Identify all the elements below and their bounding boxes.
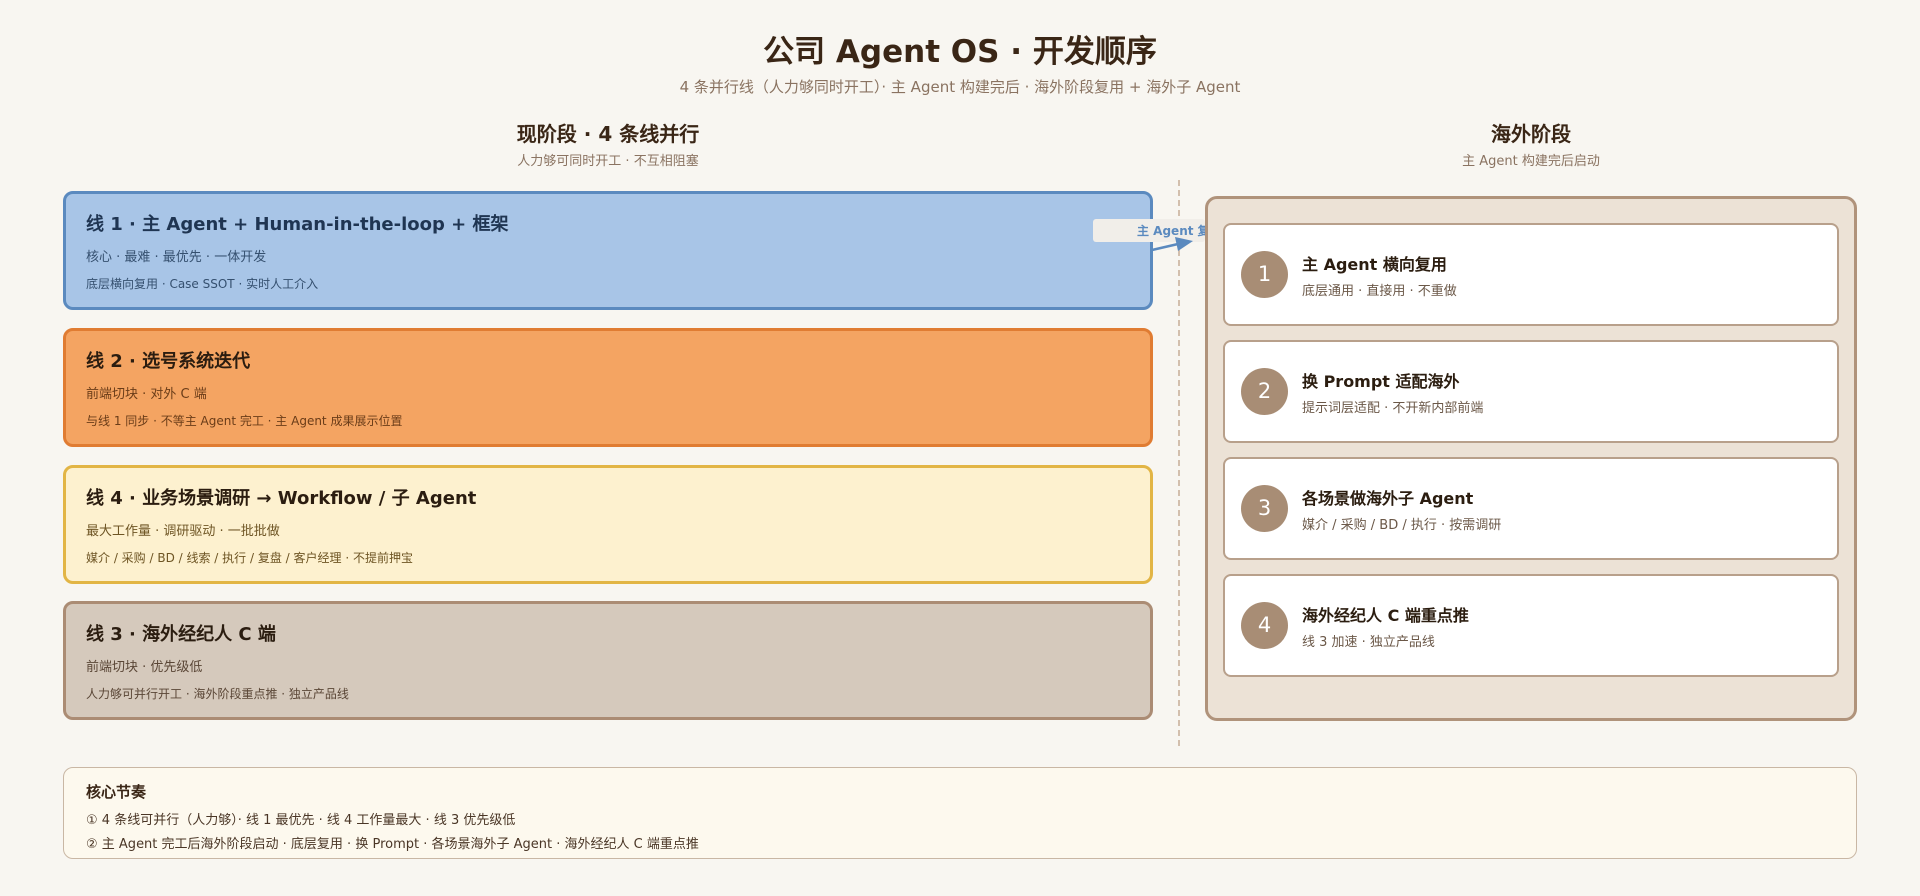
line-card-1: 线 1 · 主 Agent + Human-in-the-loop + 框架 核… [63, 191, 1153, 310]
step-subtitle: 底层通用 · 直接用 · 不重做 [1302, 284, 1457, 299]
line-card-3: 线 3 · 海外经纪人 C 端 前端切块 · 优先级低 人力够可并行开工 · 海… [63, 601, 1153, 720]
line-card-title: 线 2 · 选号系统迭代 [86, 351, 251, 372]
line-card-tags: 前端切块 · 对外 C 端 [86, 387, 207, 402]
line-card-notes: 与线 1 同步 · 不等主 Agent 完工 · 主 Agent 成果展示位置 [86, 414, 403, 428]
step-title: 海外经纪人 C 端重点推 [1302, 606, 1469, 625]
core-rhythm-line-1: ① 4 条线可并行（人力够）· 线 1 最优先 · 线 4 工作量最大 · 线 … [86, 813, 516, 828]
stage-divider [1178, 180, 1180, 746]
line-card-title: 线 4 · 业务场景调研 → Workflow / 子 Agent [86, 488, 477, 509]
overseas-step-1: 1 主 Agent 横向复用 底层通用 · 直接用 · 不重做 [1223, 223, 1839, 326]
core-rhythm-title: 核心节奏 [86, 783, 147, 801]
line-card-2: 线 2 · 选号系统迭代 前端切块 · 对外 C 端 与线 1 同步 · 不等主… [63, 328, 1153, 447]
line-card-notes: 媒介 / 采购 / BD / 线索 / 执行 / 复盘 / 客户经理 · 不提前… [86, 551, 413, 565]
step-number-badge: 4 [1241, 602, 1288, 649]
step-title: 主 Agent 横向复用 [1302, 255, 1447, 274]
step-title: 换 Prompt 适配海外 [1302, 372, 1460, 391]
line-card-title: 线 1 · 主 Agent + Human-in-the-loop + 框架 [86, 214, 509, 235]
step-number-badge: 2 [1241, 368, 1288, 415]
reuse-arrow-icon [1151, 237, 1193, 252]
line-card-tags: 前端切块 · 优先级低 [86, 660, 203, 675]
page-title: 公司 Agent OS · 开发顺序 [763, 34, 1157, 70]
line-card-tags: 核心 · 最难 · 最优先 · 一体开发 [86, 250, 267, 265]
step-subtitle: 媒介 / 采购 / BD / 执行 · 按需调研 [1302, 518, 1502, 533]
line-card-4: 线 4 · 业务场景调研 → Workflow / 子 Agent 最大工作量 … [63, 465, 1153, 584]
line-card-title: 线 3 · 海外经纪人 C 端 [86, 624, 276, 645]
current-stage-title: 现阶段 · 4 条线并行 [516, 122, 700, 146]
overseas-step-3: 3 各场景做海外子 Agent 媒介 / 采购 / BD / 执行 · 按需调研 [1223, 457, 1839, 560]
line-card-notes: 人力够可并行开工 · 海外阶段重点推 · 独立产品线 [86, 687, 349, 701]
step-number-badge: 3 [1241, 485, 1288, 532]
page-subtitle: 4 条并行线（人力够同时开工）· 主 Agent 构建完后 · 海外阶段复用 +… [679, 78, 1241, 96]
reuse-arrow-head [1175, 237, 1193, 251]
step-subtitle: 线 3 加速 · 独立产品线 [1302, 635, 1435, 650]
overseas-step-4: 4 海外经纪人 C 端重点推 线 3 加速 · 独立产品线 [1223, 574, 1839, 677]
overseas-stage-title: 海外阶段 [1491, 122, 1571, 146]
line-card-tags: 最大工作量 · 调研驱动 · 一批批做 [86, 524, 280, 539]
line-card-notes: 底层横向复用 · Case SSOT · 实时人工介入 [86, 277, 319, 291]
overseas-step-2: 2 换 Prompt 适配海外 提示词层适配 · 不开新内部前端 [1223, 340, 1839, 443]
core-rhythm-line-2: ② 主 Agent 完工后海外阶段启动 · 底层复用 · 换 Prompt · … [86, 837, 699, 852]
reuse-arrow-shaft [1151, 242, 1179, 252]
overseas-stage-subtitle: 主 Agent 构建完后启动 [1462, 154, 1600, 169]
step-subtitle: 提示词层适配 · 不开新内部前端 [1302, 401, 1484, 416]
current-stage-subtitle: 人力够可同时开工 · 不互相阻塞 [517, 154, 699, 169]
step-number-badge: 1 [1241, 251, 1288, 298]
core-rhythm-box: 核心节奏 ① 4 条线可并行（人力够）· 线 1 最优先 · 线 4 工作量最大… [63, 767, 1857, 859]
step-title: 各场景做海外子 Agent [1302, 489, 1474, 508]
